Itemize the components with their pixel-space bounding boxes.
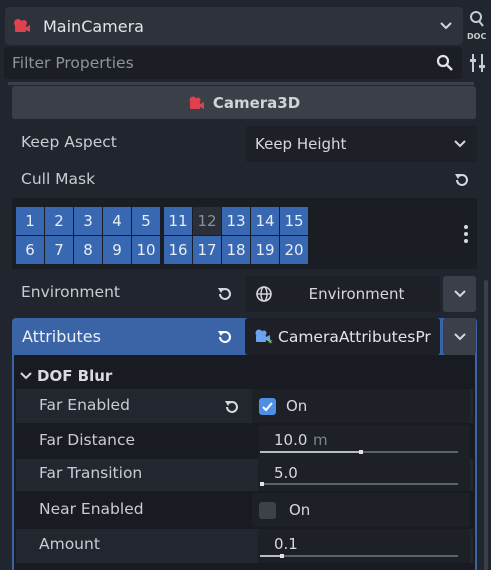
far-transition-label: Far Transition bbox=[39, 464, 143, 482]
dof-blur-section-header[interactable]: DOF Blur bbox=[20, 365, 112, 387]
filter-placeholder: Filter Properties bbox=[12, 54, 134, 72]
attributes-menu-button[interactable] bbox=[443, 318, 476, 355]
layer-bit-2[interactable]: 2 bbox=[45, 207, 73, 235]
cull-mask-label: Cull Mask bbox=[21, 170, 96, 188]
far-distance-value: 10.0 bbox=[274, 431, 308, 449]
keep-aspect-dropdown[interactable]: Keep Height bbox=[245, 126, 477, 162]
attributes-value: CameraAttributesPr bbox=[278, 327, 431, 346]
environment-menu-button[interactable] bbox=[443, 276, 476, 312]
far-distance-unit: m bbox=[313, 431, 328, 449]
doc-search-icon: DOC bbox=[467, 11, 486, 41]
far-enabled-revert-button[interactable] bbox=[222, 397, 242, 417]
far-distance-slider-grabber[interactable] bbox=[359, 450, 363, 454]
layer-bit-17[interactable]: 17 bbox=[193, 236, 221, 264]
chevron-down-icon bbox=[453, 332, 466, 340]
layer-bit-12[interactable]: 12 bbox=[193, 207, 221, 235]
near-enabled-value: On bbox=[289, 501, 311, 519]
layer-bit-5[interactable]: 5 bbox=[132, 207, 160, 235]
checkbox-checked[interactable] bbox=[259, 397, 276, 415]
keep-aspect-value: Keep Height bbox=[255, 135, 347, 153]
far-distance-spinslider[interactable]: 10.0 m bbox=[258, 425, 470, 459]
chevron-down-icon bbox=[454, 140, 466, 148]
node-name: MainCamera bbox=[43, 16, 144, 36]
layer-bit-18[interactable]: 18 bbox=[222, 236, 250, 264]
amount-slider-grabber[interactable] bbox=[280, 554, 284, 558]
layer-bit-6[interactable]: 6 bbox=[16, 236, 44, 264]
amount-slider-fill bbox=[260, 555, 280, 557]
attributes-resource[interactable]: * CameraAttributesPr bbox=[245, 318, 440, 355]
globe-icon bbox=[256, 286, 272, 302]
camera-3d-icon bbox=[189, 96, 204, 109]
checkmark-icon bbox=[262, 401, 273, 411]
search-icon bbox=[436, 54, 453, 71]
layer-bit-7[interactable]: 7 bbox=[45, 236, 73, 264]
revert-icon bbox=[455, 174, 468, 186]
attributes-label: Attributes bbox=[22, 327, 101, 346]
layer-bit-8[interactable]: 8 bbox=[74, 236, 102, 264]
layer-bit-19[interactable]: 19 bbox=[251, 236, 279, 264]
keep-aspect-label: Keep Aspect bbox=[21, 133, 117, 151]
far-transition-spinslider[interactable]: 5.0 bbox=[258, 459, 470, 491]
layer-bit-15[interactable]: 15 bbox=[280, 207, 308, 235]
cull-mask-revert-button[interactable] bbox=[452, 170, 472, 190]
vertical-dots-icon bbox=[464, 225, 468, 243]
layer-bit-16[interactable]: 16 bbox=[164, 236, 192, 264]
svg-text:DOC: DOC bbox=[467, 32, 486, 41]
cull-mask-panel: 1 2 3 4 5 11 12 13 14 15 6 7 8 9 10 16 17 18 19 20 bbox=[12, 198, 477, 269]
far-distance-slider-fill bbox=[260, 451, 359, 453]
revert-icon bbox=[218, 288, 231, 300]
far-transition-value: 5.0 bbox=[274, 464, 298, 482]
far-enabled-checkbox[interactable]: On bbox=[252, 389, 470, 423]
layers-menu-button[interactable] bbox=[463, 224, 469, 244]
chevron-down-icon bbox=[440, 22, 452, 30]
far-transition-slider-track bbox=[260, 483, 458, 485]
chevron-down-icon bbox=[453, 290, 466, 298]
doc-button[interactable]: DOC bbox=[467, 8, 489, 42]
layer-bit-11[interactable]: 11 bbox=[164, 207, 192, 235]
environment-revert-button[interactable] bbox=[215, 284, 235, 304]
filter-properties-field[interactable]: Filter Properties bbox=[4, 47, 462, 79]
node-selector[interactable]: MainCamera bbox=[5, 7, 463, 45]
amount-slider-track bbox=[260, 555, 458, 557]
layer-bit-3[interactable]: 3 bbox=[74, 207, 102, 235]
amount-spinslider[interactable]: 0.1 bbox=[258, 529, 470, 563]
inspector-scrollbar[interactable] bbox=[484, 280, 488, 570]
far-distance-label: Far Distance bbox=[39, 431, 136, 449]
layer-bit-10[interactable]: 10 bbox=[132, 236, 160, 264]
layer-bit-1[interactable]: 1 bbox=[16, 207, 44, 235]
property-tools-button[interactable] bbox=[468, 50, 488, 76]
layer-bit-9[interactable]: 9 bbox=[103, 236, 131, 264]
layer-bit-4[interactable]: 4 bbox=[103, 207, 131, 235]
layer-bit-14[interactable]: 14 bbox=[251, 207, 279, 235]
svg-text:*: * bbox=[268, 339, 273, 346]
amount-value: 0.1 bbox=[274, 535, 298, 553]
far-enabled-label: Far Enabled bbox=[39, 396, 130, 414]
far-transition-slider-grabber[interactable] bbox=[260, 482, 264, 486]
camera-icon bbox=[14, 19, 30, 32]
tools-icon bbox=[470, 54, 485, 72]
attributes-revert-button[interactable] bbox=[215, 327, 235, 347]
class-header[interactable]: Camera3D bbox=[12, 86, 476, 119]
amount-label: Amount bbox=[39, 535, 100, 553]
environment-label: Environment bbox=[21, 283, 120, 301]
environment-value: Environment bbox=[308, 285, 405, 303]
environment-resource[interactable]: Environment bbox=[245, 276, 440, 312]
layer-bit-13[interactable]: 13 bbox=[222, 207, 250, 235]
near-enabled-checkbox[interactable]: On bbox=[252, 493, 470, 527]
chevron-down-icon bbox=[20, 372, 32, 380]
divider bbox=[8, 82, 474, 85]
revert-icon bbox=[218, 331, 231, 343]
near-enabled-label: Near Enabled bbox=[39, 500, 144, 518]
dof-blur-title: DOF Blur bbox=[37, 367, 113, 385]
checkbox-unchecked[interactable] bbox=[259, 501, 276, 519]
camera-attributes-icon: * bbox=[255, 329, 273, 346]
revert-icon bbox=[225, 401, 238, 413]
class-header-label: Camera3D bbox=[212, 93, 301, 112]
layer-bit-20[interactable]: 20 bbox=[280, 236, 308, 264]
far-enabled-value: On bbox=[286, 397, 308, 415]
